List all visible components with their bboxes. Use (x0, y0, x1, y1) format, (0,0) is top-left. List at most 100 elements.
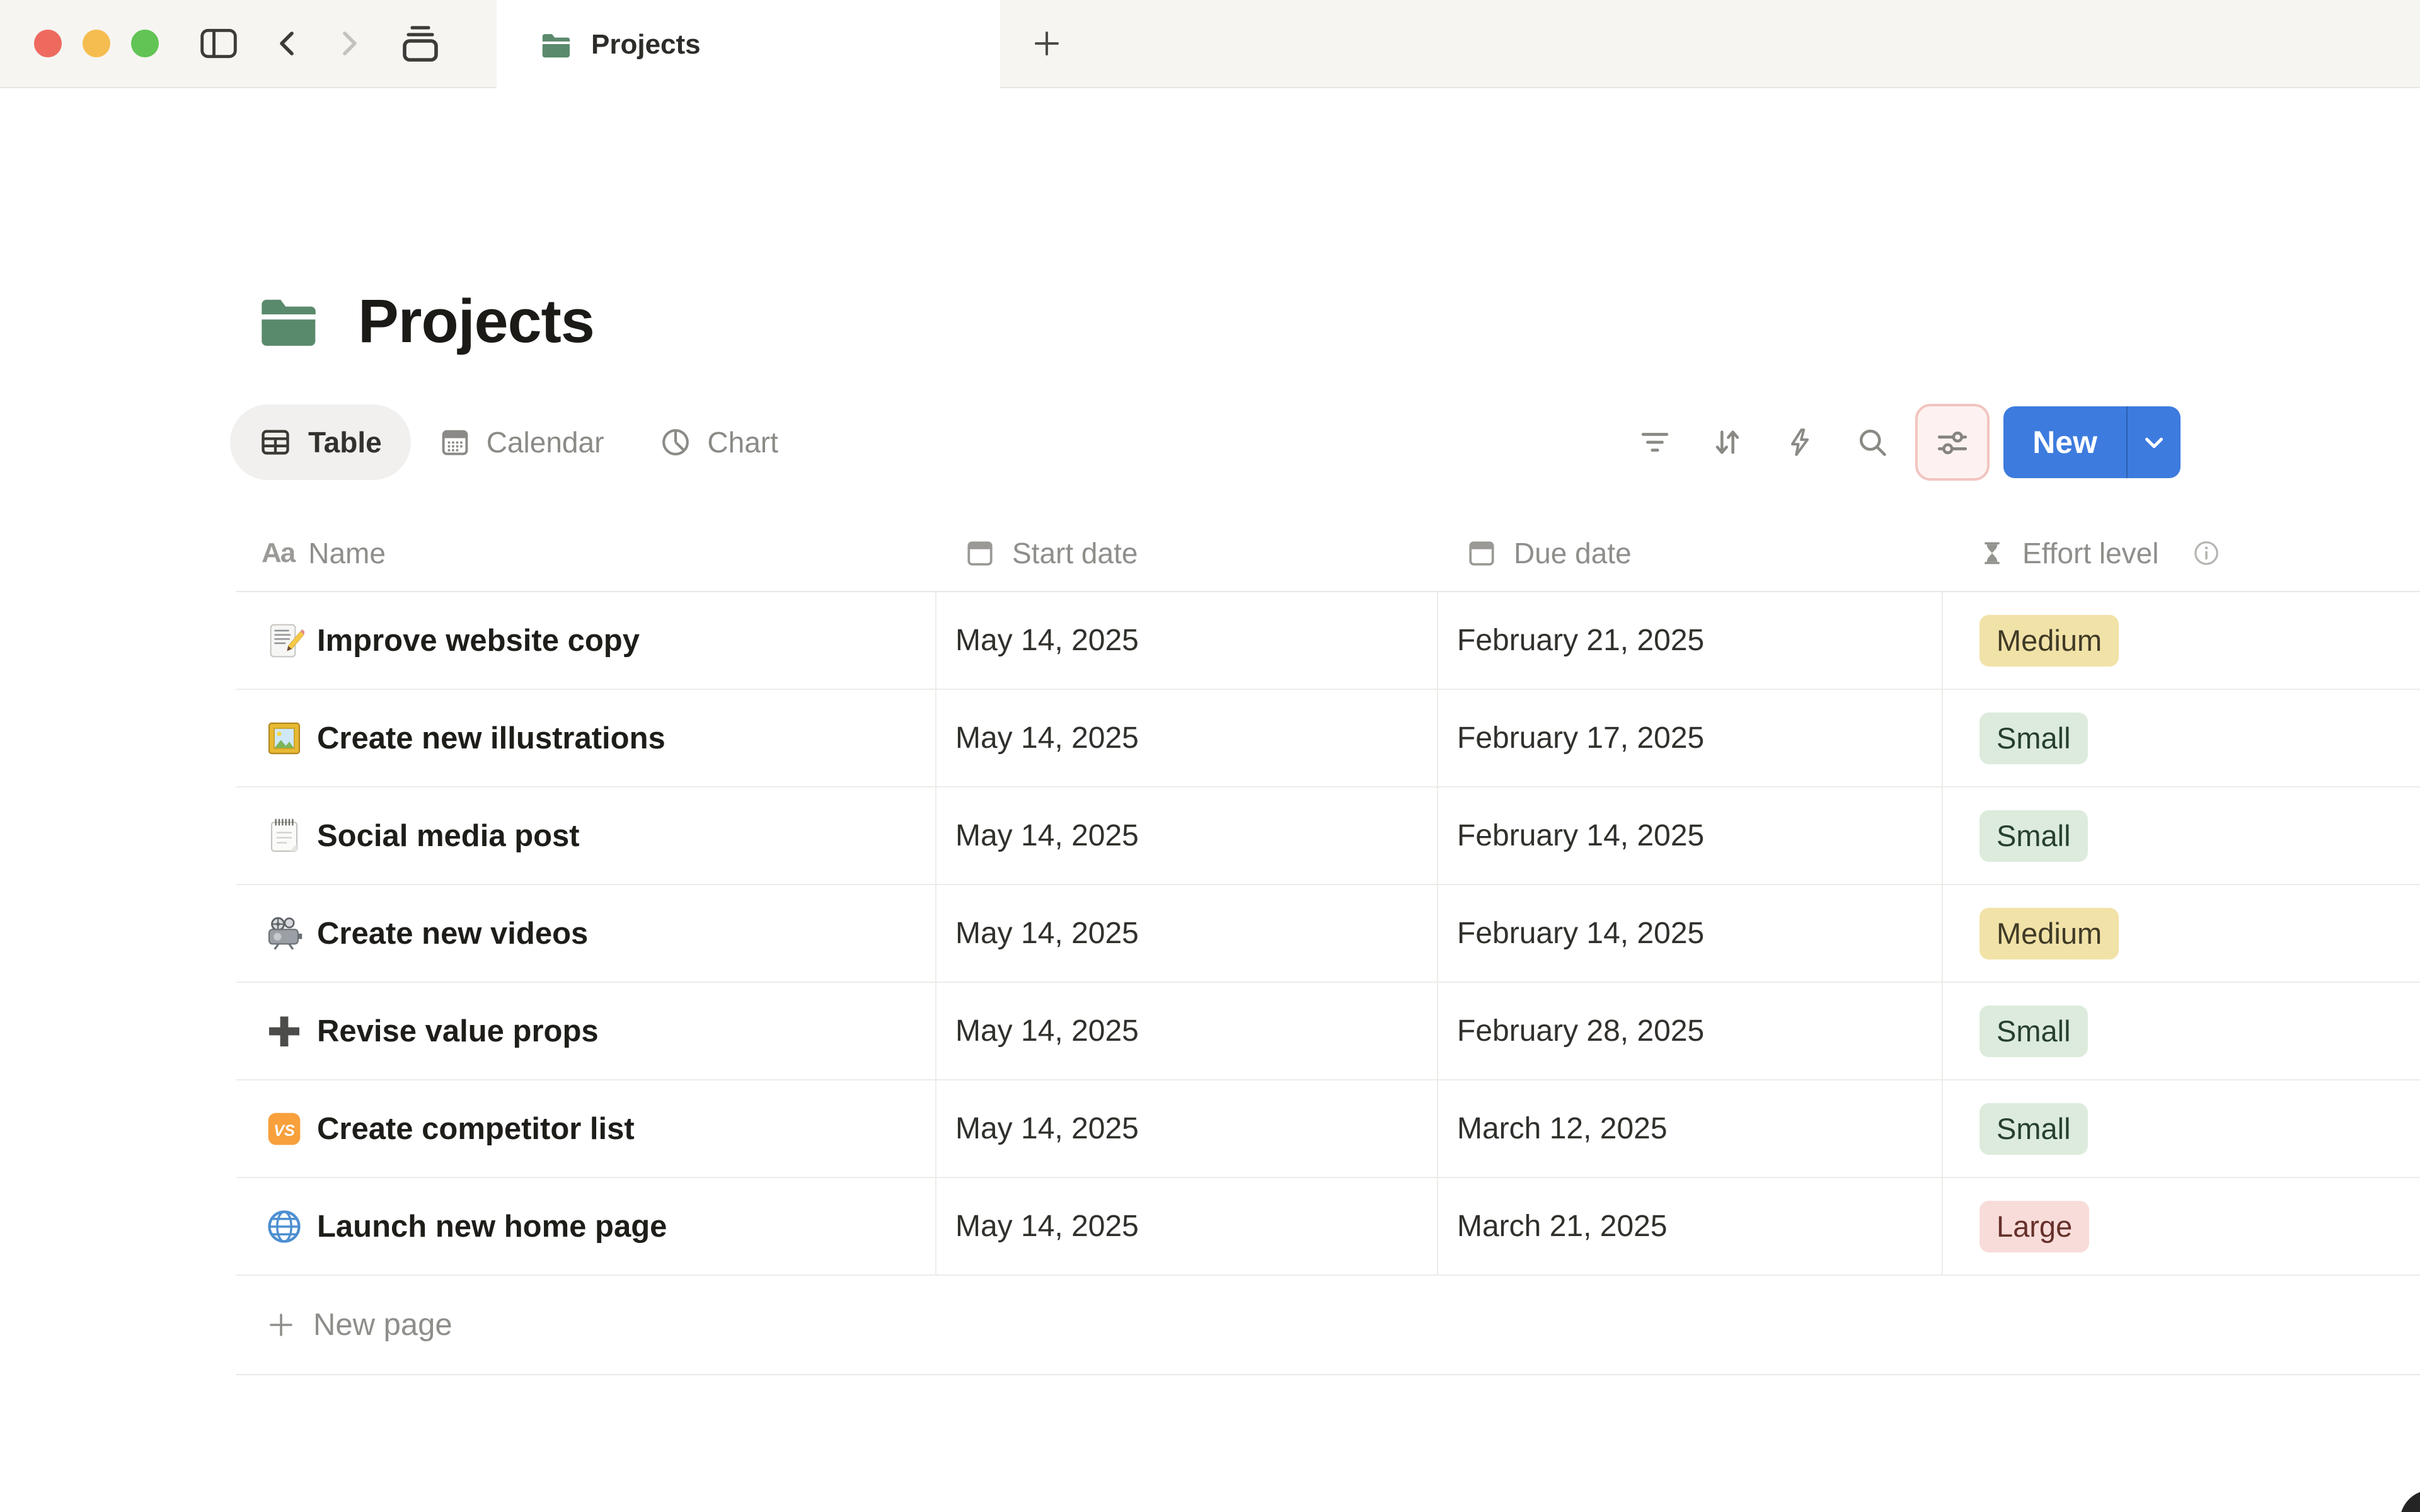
due-date-cell[interactable]: February 28, 2025 (1437, 983, 1942, 1079)
effort-cell[interactable]: Small (1942, 690, 2420, 786)
start-date-cell[interactable]: May 14, 2025 (935, 983, 1437, 1079)
automations-lightning-icon[interactable] (1784, 426, 1816, 459)
due-date-cell[interactable]: March 21, 2025 (1437, 1178, 1942, 1274)
table-row[interactable]: Revise value props May 14, 2025 February… (236, 983, 2420, 1080)
svg-text:VS: VS (274, 1122, 295, 1140)
view-label: Chart (707, 426, 778, 459)
effort-cell[interactable]: Small (1942, 983, 2420, 1079)
forward-icon[interactable] (335, 26, 364, 61)
view-label: Table (308, 426, 382, 459)
projects-table: Aa Name Start date Due date Effort level… (236, 515, 2420, 1375)
new-button-label: New (2032, 425, 2097, 460)
sidebar-toggle-icon[interactable] (199, 26, 238, 60)
name-cell[interactable]: Social media post (236, 788, 935, 884)
window-controls (34, 30, 159, 57)
page-header: Projects (253, 287, 2420, 354)
help-button[interactable] (2400, 1490, 2420, 1512)
name-cell[interactable]: Launch new home page (236, 1178, 935, 1274)
start-date-cell[interactable]: May 14, 2025 (935, 885, 1437, 982)
page-title[interactable]: Projects (358, 290, 595, 352)
start-date-cell[interactable]: May 14, 2025 (935, 690, 1437, 786)
minimize-window-button[interactable] (83, 30, 110, 57)
column-header-due-date[interactable]: Due date (1437, 515, 1942, 591)
calendar-view-icon (439, 426, 471, 459)
tab-view-table[interactable]: Table (230, 404, 411, 480)
table-row[interactable]: Improve website copy May 14, 2025 Februa… (236, 592, 2420, 690)
effort-cell[interactable]: Large (1942, 1178, 2420, 1274)
start-date-cell[interactable]: May 14, 2025 (935, 1080, 1437, 1177)
zoom-window-button[interactable] (131, 30, 159, 57)
effort-cell[interactable]: Small (1942, 788, 2420, 884)
effort-badge: Medium (1979, 907, 2119, 959)
app-window: Projects Projects Table Calendar Chart N… (0, 0, 2420, 1512)
plus-icon (267, 1310, 296, 1339)
calendar-icon (1466, 537, 1497, 569)
back-icon[interactable] (272, 26, 301, 61)
effort-badge: Medium (1979, 614, 2119, 667)
tab-view-calendar[interactable]: Calendar (439, 425, 604, 459)
effort-cell[interactable]: Medium (1942, 885, 2420, 982)
effort-badge: Small (1979, 1102, 2088, 1155)
row-name: Create new videos (317, 916, 589, 951)
column-header-name[interactable]: Aa Name (236, 515, 935, 591)
table-row[interactable]: Create new illustrations May 14, 2025 Fe… (236, 690, 2420, 788)
name-cell[interactable]: Create new illustrations (236, 690, 935, 786)
hourglass-icon (1978, 538, 2006, 568)
heavy-plus-icon (264, 1011, 304, 1051)
due-date-cell[interactable]: February 21, 2025 (1437, 592, 1942, 689)
row-name: Create competitor list (317, 1111, 635, 1146)
search-icon[interactable] (1856, 426, 1889, 459)
start-date-cell[interactable]: May 14, 2025 (935, 592, 1437, 689)
browser-tab-projects[interactable]: Projects (497, 0, 1000, 89)
name-cell[interactable]: VS Create competitor list (236, 1080, 935, 1177)
row-name: Revise value props (317, 1014, 599, 1048)
sort-icon[interactable] (1711, 426, 1744, 459)
row-name: Improve website copy (317, 623, 640, 658)
new-tab-button[interactable] (1026, 0, 1068, 87)
tab-title: Projects (591, 29, 701, 60)
name-cell[interactable]: Revise value props (236, 983, 935, 1079)
start-date-cell[interactable]: May 14, 2025 (935, 1178, 1437, 1274)
table-row[interactable]: Social media post May 14, 2025 February … (236, 788, 2420, 885)
table-row[interactable]: VS Create competitor list May 14, 2025 M… (236, 1080, 2420, 1178)
row-name: Social media post (317, 818, 580, 853)
new-button[interactable]: New (2003, 406, 2126, 478)
view-toolbar: Table Calendar Chart New (230, 403, 2181, 481)
effort-badge: Large (1979, 1200, 2090, 1252)
info-icon[interactable] (2192, 539, 2220, 567)
effort-cell[interactable]: Medium (1942, 592, 2420, 689)
column-header-start-date[interactable]: Start date (935, 515, 1437, 591)
new-page-button[interactable]: New page (236, 1276, 2420, 1375)
filter-icon[interactable] (1639, 428, 1671, 456)
sliders-icon (1934, 424, 1971, 461)
pie-chart-view-icon (659, 426, 692, 459)
column-header-effort-level[interactable]: Effort level (1942, 515, 2420, 591)
start-date-cell[interactable]: May 14, 2025 (935, 788, 1437, 884)
film-projector-icon (264, 914, 304, 954)
titlebar: Projects (0, 0, 2420, 89)
table-row[interactable]: Launch new home page May 14, 2025 March … (236, 1178, 2420, 1276)
effort-cell[interactable]: Small (1942, 1080, 2420, 1177)
new-button-dropdown[interactable] (2128, 406, 2181, 478)
close-window-button[interactable] (34, 30, 62, 57)
new-page-label: New page (313, 1308, 452, 1342)
due-date-cell[interactable]: March 12, 2025 (1437, 1080, 1942, 1177)
calendar-icon (964, 537, 996, 569)
view-settings-button[interactable] (1915, 404, 1990, 481)
chevron-down-icon (2140, 428, 2169, 457)
due-date-cell[interactable]: February 17, 2025 (1437, 690, 1942, 786)
view-label: Calendar (486, 426, 604, 459)
spiral-notepad-icon (264, 816, 304, 856)
vs-button-icon: VS (264, 1109, 304, 1149)
effort-badge: Small (1979, 810, 2088, 862)
tab-view-chart[interactable]: Chart (659, 425, 778, 459)
page-folder-icon (253, 287, 325, 354)
due-date-cell[interactable]: February 14, 2025 (1437, 788, 1942, 884)
name-cell[interactable]: Improve website copy (236, 592, 935, 689)
column-label: Due date (1514, 537, 1632, 570)
table-row[interactable]: Create new videos May 14, 2025 February … (236, 885, 2420, 983)
due-date-cell[interactable]: February 14, 2025 (1437, 885, 1942, 982)
name-cell[interactable]: Create new videos (236, 885, 935, 982)
tabs-stack-icon[interactable] (398, 24, 442, 63)
row-name: Create new illustrations (317, 721, 666, 755)
